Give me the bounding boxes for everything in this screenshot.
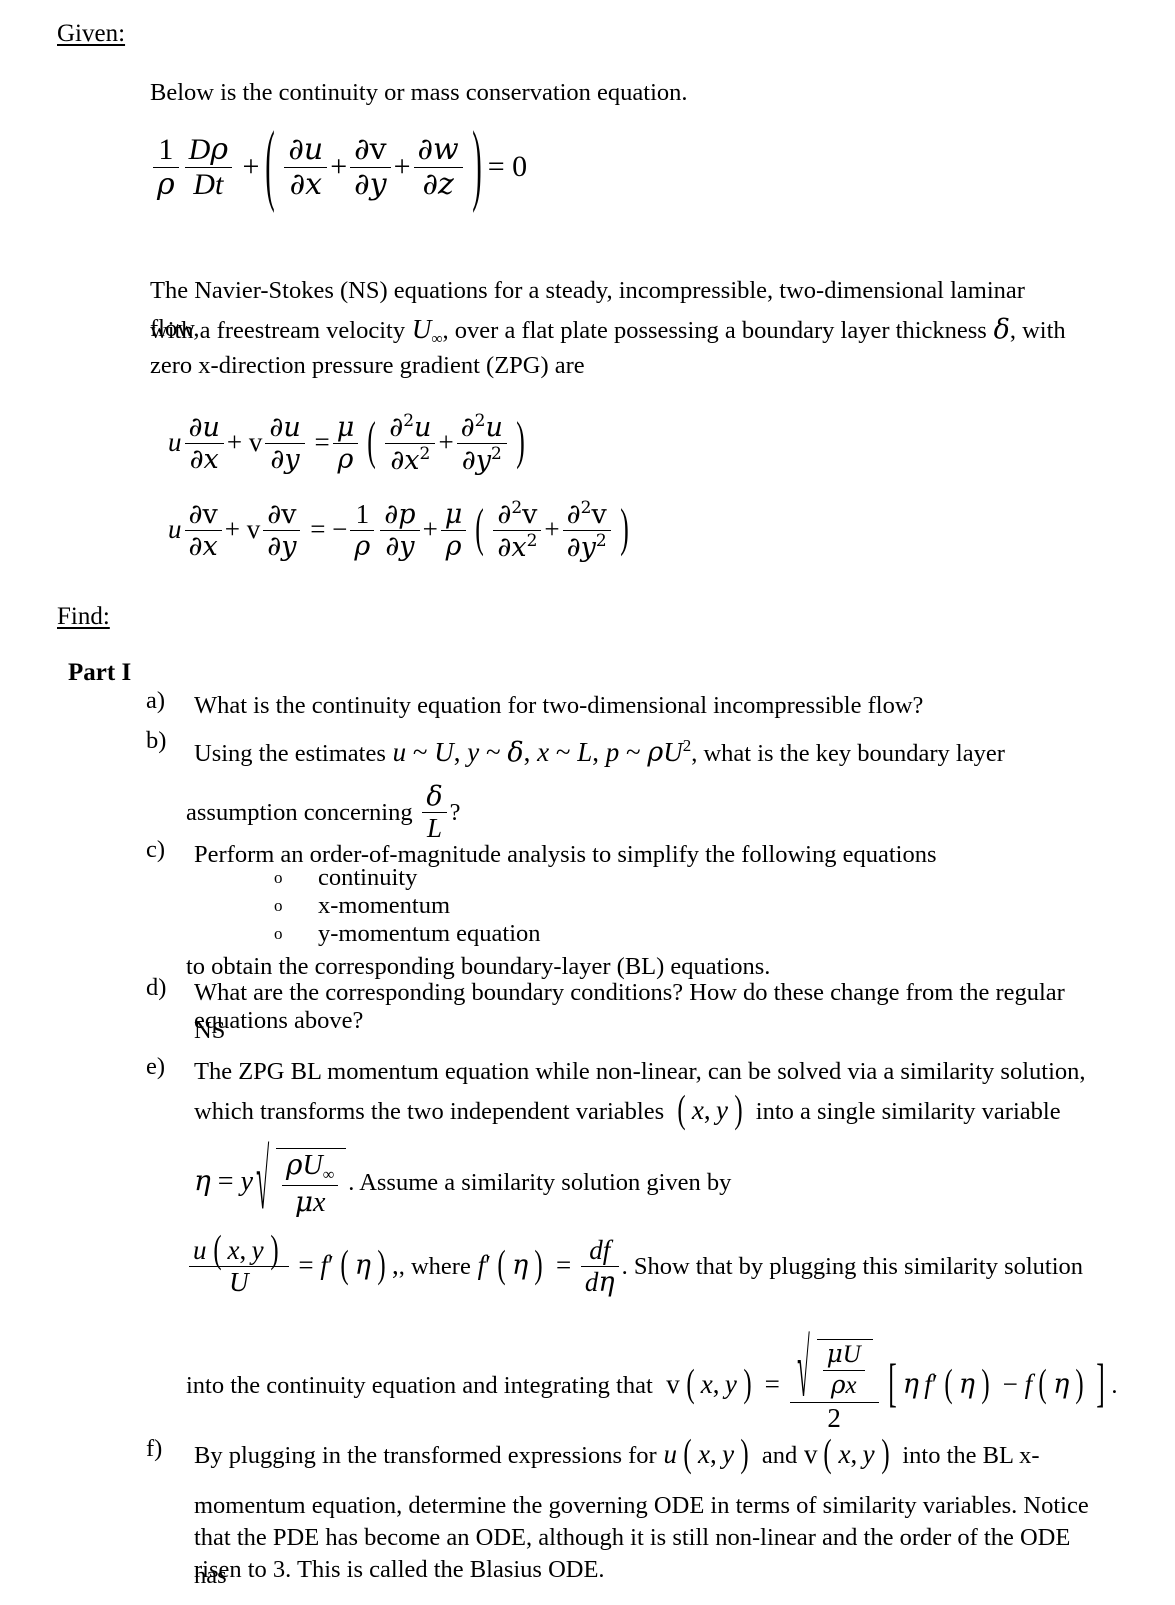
u-similarity-solution: u(x, y) U = f′(η), <box>186 1227 399 1297</box>
item-e-line2-suffix: into a single similarity variable <box>755 1098 1061 1125</box>
list-item: o x-momentum <box>274 892 450 920</box>
item-a-text: What is the continuity equation for two-… <box>194 692 924 719</box>
item-a-label: a) <box>146 687 166 714</box>
item-b-suffix: , what is the key boundary layer <box>691 740 1005 767</box>
bullet-y-momentum-label: y-momentum equation <box>318 920 541 947</box>
v-similarity-solution: v(x, y) = √ μU ρx 2[η f′(η) − f(η)] <box>666 1323 1106 1433</box>
bullet-x-momentum-label: x-momentum <box>318 892 451 919</box>
continuity-intro-text: Below is the continuity or mass conserva… <box>150 79 688 106</box>
y-momentum-navier-stokes: u ∂v ∂x + v ∂v ∂y = −1 ρ ∂p ∂y + μ ρ(∂2v ∂x2 + ∂2v ∂y2) <box>168 498 629 564</box>
part-one-heading: Part I <box>68 659 132 686</box>
given-heading: Given: <box>57 20 126 47</box>
order-of-magnitude-estimates: u ~ U, y ~ δ, x ~ L, p ~ ρU2 <box>392 736 692 768</box>
U-infinity-symbol: U∞ <box>411 314 443 348</box>
v-similarity-prefix: into the continuity equation and integra… <box>186 1372 653 1400</box>
item-c-label: c) <box>146 836 166 863</box>
independent-variables-pair: (x, y) <box>677 1087 743 1131</box>
document-page: Given: Below is the continuity or mass c… <box>0 0 1175 1605</box>
v-similarity-suffix: . <box>1111 1372 1118 1400</box>
item-d-text-line2: equations above? <box>194 1007 364 1034</box>
ns-paragraph-line3: zero x-direction pressure gradient (ZPG)… <box>150 352 585 379</box>
circle-bullet-icon: o <box>274 868 283 887</box>
ns-line2-suffix: , with <box>1009 317 1066 344</box>
item-f-line1-mid: and <box>761 1442 798 1469</box>
delta-over-L-ratio: δL <box>413 782 450 843</box>
ns-line2-middle: , over a flat plate possessing a boundar… <box>442 317 987 344</box>
v-similarity-row: into the continuity equation and integra… <box>186 1323 1118 1434</box>
eta-definition-suffix: . Assume a similarity solution given by <box>348 1169 732 1197</box>
u-of-x-y: u(x, y) <box>663 1431 749 1475</box>
bullet-continuity-label: continuity <box>318 864 418 891</box>
item-b-text-line1: Using the estimates u ~ U, y ~ δ, x ~ L,… <box>194 727 1094 773</box>
item-f-label: f) <box>146 1435 163 1462</box>
u-similarity-suffix: . Show that by plugging this similarity … <box>621 1252 1084 1280</box>
circle-bullet-icon: o <box>274 896 283 915</box>
similarity-variable-eta: η = y √ ρU∞ μx <box>194 1140 348 1224</box>
u-similarity-row: u(x, y) U = f′(η),, where f′(η) = df dη. S… <box>186 1227 1084 1298</box>
mass-conservation-equation: 1 ρ Dρ Dt +(∂u ∂x + ∂v ∂y + ∂w ∂z) = 0 <box>150 114 527 215</box>
circle-bullet-icon: o <box>274 924 283 943</box>
item-d-label: d) <box>146 974 167 1001</box>
list-item: o continuity <box>274 864 417 892</box>
item-f-text-line4: risen to 3. This is called the Blasius O… <box>194 1556 605 1583</box>
eta-definition-row: η = y √ ρU∞ μx. Assume a similarity solutio… <box>194 1140 732 1224</box>
x-momentum-navier-stokes: u ∂u ∂x + v ∂u ∂y = μ ρ(∂2u ∂x2 + ∂2u ∂y2) <box>168 411 525 477</box>
item-f-line1-prefix: By plugging in the transformed expressio… <box>194 1442 657 1469</box>
item-b-prefix: Using the estimates <box>194 740 386 767</box>
f-prime-definition: f′(η) = df dη <box>471 1235 622 1297</box>
delta-numerator: δ <box>422 782 447 814</box>
item-e-text-line2: which transforms the two independent var… <box>194 1087 1061 1131</box>
item-b-line2-prefix: assumption concerning <box>186 798 413 826</box>
v-of-x-y: v(x, y) <box>803 1431 890 1475</box>
list-item: o y-momentum equation <box>274 920 541 948</box>
delta-symbol: δ <box>993 314 1010 345</box>
item-f-line1-suffix: into the BL x- <box>902 1442 1040 1469</box>
item-b-line2-suffix: ? <box>449 798 461 826</box>
find-heading: Find: <box>57 603 110 630</box>
item-e-text-line1: The ZPG BL momentum equation while non-l… <box>194 1058 1086 1085</box>
u-similarity-mid: , where <box>398 1252 471 1280</box>
ns-line2-prefix: with a freestream velocity <box>150 317 406 344</box>
item-f-text-line1: By plugging in the transformed expressio… <box>194 1431 1040 1475</box>
item-b-label: b) <box>146 727 167 754</box>
item-e-line2-prefix: which transforms the two independent var… <box>194 1098 665 1125</box>
item-e-label: e) <box>146 1053 166 1080</box>
